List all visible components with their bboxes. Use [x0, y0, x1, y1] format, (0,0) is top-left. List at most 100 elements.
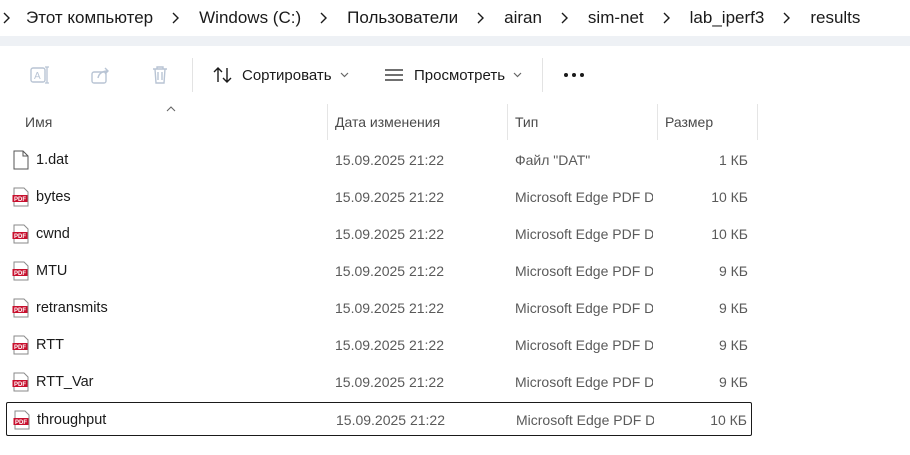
file-size: 10 КБ: [711, 226, 748, 242]
file-date: 15.09.2025 21:22: [335, 152, 444, 168]
column-header-date-label: Дата изменения: [335, 114, 441, 130]
file-row-focused[interactable]: PDF throughput 15.09.2025 21:22 Microsof…: [6, 402, 752, 436]
file-row[interactable]: PDF cwnd 15.09.2025 21:22 Microsoft Edge…: [6, 217, 752, 251]
chevron-right-icon[interactable]: [650, 11, 684, 25]
rename-icon[interactable]: A: [27, 62, 53, 88]
file-row[interactable]: PDF MTU 15.09.2025 21:22 Microsoft Edge …: [6, 254, 752, 288]
column-header-type[interactable]: Тип: [515, 104, 655, 140]
file-name: MTU: [36, 263, 68, 279]
file-date: 15.09.2025 21:22: [335, 337, 444, 353]
column-divider[interactable]: [757, 104, 758, 140]
breadcrumb-drive-c[interactable]: Windows (C:): [193, 8, 307, 28]
file-date: 15.09.2025 21:22: [335, 189, 444, 205]
view-list-icon: [384, 68, 404, 82]
file-type: Microsoft Edge PDF Document: [515, 226, 653, 242]
sort-button[interactable]: Сортировать: [212, 60, 349, 90]
file-name: cwnd: [36, 226, 70, 242]
column-divider[interactable]: [657, 104, 658, 140]
column-header-size[interactable]: Размер: [665, 104, 755, 140]
delete-icon[interactable]: [147, 62, 173, 88]
sort-icon: [212, 65, 234, 85]
svg-text:PDF: PDF: [14, 308, 26, 314]
file-type: Microsoft Edge PDF Document: [515, 374, 653, 390]
file-date: 15.09.2025 21:22: [335, 263, 444, 279]
file-type: Файл "DAT": [515, 152, 591, 168]
svg-text:PDF: PDF: [14, 197, 26, 203]
file-row[interactable]: PDF retransmits 15.09.2025 21:22 Microso…: [6, 291, 752, 325]
share-icon[interactable]: [88, 62, 114, 88]
svg-text:PDF: PDF: [14, 271, 26, 277]
pdf-icon: PDF: [12, 261, 30, 281]
file-date: 15.09.2025 21:22: [335, 300, 444, 316]
file-row[interactable]: 1.dat 15.09.2025 21:22 Файл "DAT" 1 КБ: [6, 143, 752, 177]
svg-text:A: A: [34, 71, 41, 82]
pdf-icon: PDF: [12, 298, 30, 318]
file-size: 9 КБ: [718, 263, 748, 279]
breadcrumb-airan[interactable]: airan: [498, 8, 548, 28]
breadcrumb-this-pc[interactable]: Этот компьютер: [14, 8, 159, 28]
file-type: Microsoft Edge PDF Document: [515, 300, 653, 316]
pdf-icon: PDF: [12, 335, 30, 355]
file-row[interactable]: PDF RTT_Var 15.09.2025 21:22 Microsoft E…: [6, 365, 752, 399]
file-size: 10 КБ: [711, 189, 748, 205]
svg-text:PDF: PDF: [14, 382, 26, 388]
pdf-icon: PDF: [12, 224, 30, 244]
sort-label: Сортировать: [242, 66, 332, 84]
view-button[interactable]: Просмотреть: [384, 60, 522, 90]
chevron-right-icon[interactable]: [159, 11, 193, 25]
column-header-name[interactable]: Имя: [25, 104, 325, 140]
breadcrumb-sim-net[interactable]: sim-net: [582, 8, 650, 28]
file-name: 1.dat: [36, 152, 69, 168]
more-options-button[interactable]: [560, 60, 588, 90]
breadcrumb-results[interactable]: results: [804, 8, 866, 28]
svg-text:PDF: PDF: [15, 420, 27, 426]
breadcrumb-lab-iperf3[interactable]: lab_iperf3: [684, 8, 771, 28]
chevron-right-icon[interactable]: [548, 11, 582, 25]
toolbar-divider: [192, 58, 193, 92]
chevron-down-icon: [340, 69, 349, 81]
file-date: 15.09.2025 21:22: [336, 412, 445, 428]
chevron-down-icon: [513, 69, 522, 81]
svg-text:PDF: PDF: [14, 234, 26, 240]
file-type: Microsoft Edge PDF Document: [515, 189, 653, 205]
file-row[interactable]: PDF bytes 15.09.2025 21:22 Microsoft Edg…: [6, 180, 752, 214]
file-size: 9 КБ: [718, 300, 748, 316]
toolbar-divider: [542, 58, 543, 92]
column-divider[interactable]: [507, 104, 508, 140]
file-name: bytes: [36, 189, 71, 205]
column-header-date[interactable]: Дата изменения: [335, 104, 505, 140]
command-bar: A Сортировать Просмотреть: [0, 46, 910, 104]
column-divider[interactable]: [327, 104, 328, 140]
file-date: 15.09.2025 21:22: [335, 374, 444, 390]
file-size: 1 КБ: [718, 152, 748, 168]
pdf-icon: PDF: [13, 410, 31, 430]
column-header-type-label: Тип: [515, 114, 539, 130]
file-name: retransmits: [36, 300, 108, 316]
file-size: 9 КБ: [718, 374, 748, 390]
file-size: 10 КБ: [710, 412, 747, 428]
file-name: RTT_Var: [36, 374, 94, 390]
address-bar-separator: [0, 36, 910, 46]
pdf-icon: PDF: [12, 372, 30, 392]
file-type: Microsoft Edge PDF Document: [515, 337, 653, 353]
view-label: Просмотреть: [414, 66, 506, 84]
chevron-right-icon[interactable]: [0, 11, 14, 25]
file-size: 9 КБ: [718, 337, 748, 353]
chevron-right-icon[interactable]: [770, 11, 804, 25]
chevron-right-icon[interactable]: [464, 11, 498, 25]
more-icon: [564, 73, 584, 77]
svg-text:PDF: PDF: [14, 345, 26, 351]
pdf-icon: PDF: [12, 187, 30, 207]
file-row[interactable]: PDF RTT 15.09.2025 21:22 Microsoft Edge …: [6, 328, 752, 362]
breadcrumb-users[interactable]: Пользователи: [341, 8, 464, 28]
column-header-name-label: Имя: [25, 114, 53, 130]
file-name: RTT: [36, 337, 64, 353]
column-header-size-label: Размер: [665, 114, 714, 130]
generic-file-icon: [12, 150, 30, 170]
file-type: Microsoft Edge PDF Document: [516, 412, 654, 428]
file-type: Microsoft Edge PDF Document: [515, 263, 653, 279]
column-header-row: Имя Дата изменения Тип Размер: [0, 104, 910, 140]
file-name: throughput: [37, 412, 107, 428]
chevron-right-icon[interactable]: [307, 11, 341, 25]
breadcrumb: Этот компьютер Windows (C:) Пользователи…: [0, 0, 910, 36]
